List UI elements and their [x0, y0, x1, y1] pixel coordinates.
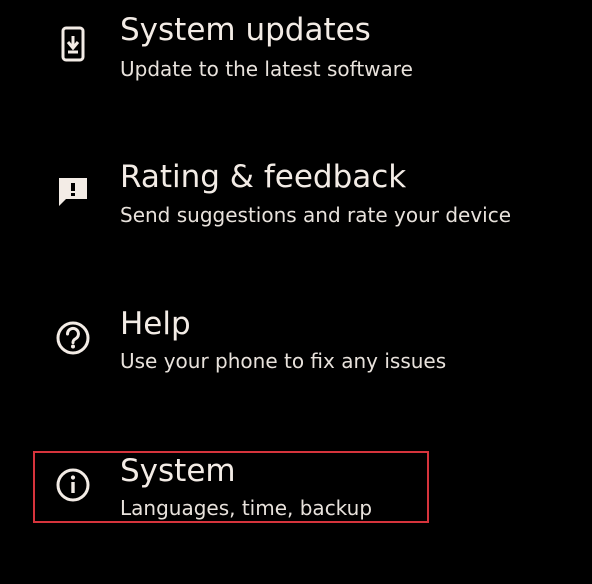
- settings-item-rating-feedback[interactable]: Rating & feedback Send suggestions and r…: [0, 146, 592, 292]
- settings-item-title: System: [120, 453, 236, 489]
- settings-item-subtitle: Use your phone to fix any issues: [120, 349, 447, 373]
- feedback-icon: [55, 174, 91, 210]
- help-icon: [55, 320, 91, 356]
- settings-item-help[interactable]: Help Use your phone to fix any issues: [0, 292, 592, 438]
- info-icon: [55, 467, 91, 503]
- settings-item-subtitle: Languages, time, backup: [120, 496, 373, 520]
- settings-item-system[interactable]: System Languages, time, backup: [0, 438, 592, 584]
- settings-item-title: Help: [120, 306, 191, 342]
- settings-item-subtitle: Update to the latest software: [120, 57, 413, 81]
- settings-item-system-updates[interactable]: System updates Update to the latest soft…: [0, 0, 592, 146]
- settings-item-title: System updates: [120, 12, 371, 48]
- settings-item-subtitle: Send suggestions and rate your device: [120, 203, 512, 227]
- settings-item-title: Rating & feedback: [120, 159, 407, 195]
- system-update-icon: [55, 26, 91, 62]
